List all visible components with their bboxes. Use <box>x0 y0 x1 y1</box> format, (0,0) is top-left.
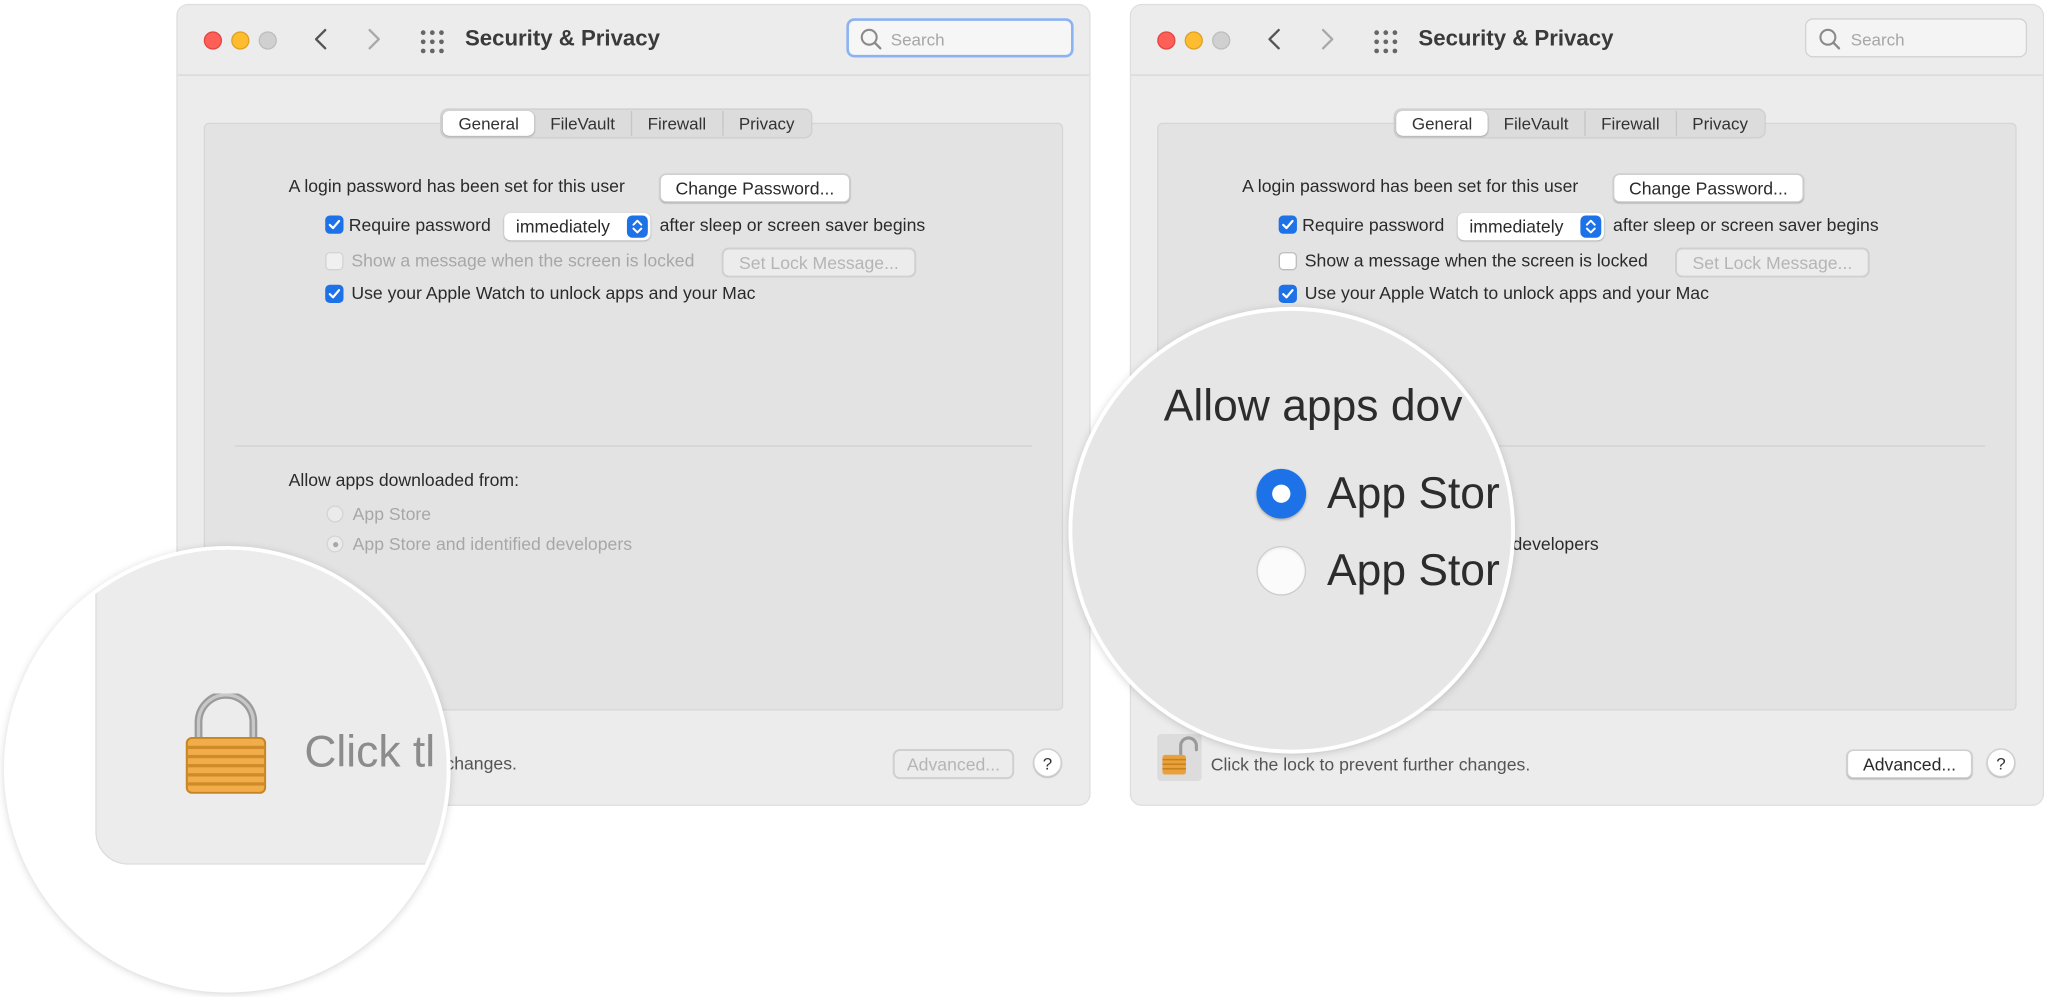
magnifier-allow-apps: Allow apps dov App Stor App Stor <box>1072 310 1512 750</box>
search-field[interactable] <box>1805 18 2028 58</box>
search-icon <box>859 27 883 57</box>
apple-watch-label: Use your Apple Watch to unlock apps and … <box>351 283 756 304</box>
search-input[interactable] <box>888 24 1051 54</box>
popup-arrows-icon <box>1580 215 1602 238</box>
tab-privacy[interactable]: Privacy <box>721 111 810 136</box>
set-lock-message-button[interactable]: Set Lock Message... <box>722 248 916 277</box>
radio-app-store[interactable] <box>326 505 344 523</box>
section-divider <box>235 445 1032 447</box>
forward-chevron-icon[interactable] <box>359 22 388 56</box>
tab-general[interactable]: General <box>1396 111 1488 136</box>
lock-message: Click the lock to prevent further change… <box>1210 754 1531 775</box>
close-icon[interactable] <box>203 31 223 50</box>
allow-apps-label: Allow apps downloaded from: <box>288 470 519 490</box>
login-password-label: A login password has been set for this u… <box>1242 176 1579 196</box>
show-message-checkbox[interactable] <box>1278 252 1297 271</box>
change-password-button[interactable]: Change Password... <box>1613 173 1804 203</box>
magnified-radio-app-store[interactable] <box>1256 468 1307 519</box>
checkmark-icon <box>328 219 341 230</box>
search-input[interactable] <box>1848 24 2011 54</box>
help-button[interactable]: ? <box>1033 748 1062 778</box>
apple-watch-checkbox[interactable] <box>325 284 344 304</box>
magnifier-lock: Click tl <box>7 549 447 989</box>
zoom-icon[interactable] <box>1212 31 1231 50</box>
after-sleep-label: after sleep or screen saver begins <box>659 215 926 236</box>
require-password-checkbox[interactable] <box>325 215 344 234</box>
title-bar: Security & Privacy <box>1131 5 2043 76</box>
magnified-radio-identified-developers[interactable] <box>1256 545 1307 596</box>
back-chevron-icon[interactable] <box>307 22 336 56</box>
after-sleep-label: after sleep or screen saver begins <box>1613 215 1879 236</box>
magnified-allow-apps-heading: Allow apps dov <box>1163 381 1463 432</box>
minimize-icon[interactable] <box>231 31 250 50</box>
popup-selected-value: immediately <box>1469 216 1564 237</box>
apple-watch-label: Use your Apple Watch to unlock apps and … <box>1304 283 1709 304</box>
popup-arrows-icon <box>626 215 648 238</box>
minimize-icon[interactable] <box>1184 31 1203 50</box>
back-chevron-icon[interactable] <box>1260 22 1289 56</box>
tab-filevault[interactable]: FileVault <box>1488 111 1584 136</box>
tab-general[interactable]: General <box>442 111 535 136</box>
require-password-label: Require password <box>348 215 491 236</box>
magnified-panel-shadow <box>167 618 447 626</box>
tab-privacy[interactable]: Privacy <box>1675 111 1763 136</box>
radio-identified-developers-label-partial: developers <box>1512 534 1599 554</box>
radio-app-store-label: App Store <box>352 504 432 524</box>
set-lock-message-button[interactable]: Set Lock Message... <box>1675 248 1870 277</box>
grid-icon[interactable] <box>418 27 447 56</box>
advanced-button[interactable]: Advanced... <box>1846 749 1973 779</box>
tab-bar: General FileVault Firewall Privacy <box>440 108 813 139</box>
show-message-label: Show a message when the screen is locked <box>1304 250 1648 271</box>
show-message-label: Show a message when the screen is locked <box>351 250 695 271</box>
magnified-radio-app-store-label: App Stor <box>1326 468 1500 519</box>
tab-firewall[interactable]: Firewall <box>630 111 722 136</box>
lock-message-partial: changes. <box>445 753 517 774</box>
require-password-delay-popup[interactable]: immediately <box>1457 212 1604 241</box>
search-field[interactable] <box>846 18 1074 58</box>
magnified-radio-identified-developers-label: App Stor <box>1326 545 1500 596</box>
forward-chevron-icon[interactable] <box>1313 22 1342 56</box>
checkmark-icon <box>328 289 341 299</box>
title-bar: Security & Privacy <box>177 5 1090 76</box>
checkmark-icon <box>1282 289 1294 299</box>
require-password-label: Require password <box>1302 215 1445 236</box>
require-password-delay-popup[interactable]: immediately <box>504 212 651 241</box>
checkmark-icon <box>1282 219 1294 230</box>
magnified-lock-text: Click tl <box>304 727 436 778</box>
tab-firewall[interactable]: Firewall <box>1584 111 1675 136</box>
window-title: Security & Privacy <box>1418 26 1614 51</box>
lock-icon[interactable] <box>183 690 269 796</box>
help-button[interactable]: ? <box>1986 748 2016 778</box>
close-icon[interactable] <box>1157 31 1176 50</box>
show-message-checkbox[interactable] <box>325 252 344 271</box>
zoom-icon[interactable] <box>258 31 277 50</box>
require-password-checkbox[interactable] <box>1278 215 1297 234</box>
login-password-label: A login password has been set for this u… <box>288 176 625 196</box>
change-password-button[interactable]: Change Password... <box>659 173 851 203</box>
window-title: Security & Privacy <box>464 26 660 51</box>
grid-icon[interactable] <box>1371 27 1400 56</box>
popup-selected-value: immediately <box>515 216 610 237</box>
magnified-window-overlay <box>97 550 447 863</box>
tab-bar: General FileVault Firewall Privacy <box>1393 108 1767 139</box>
unlocked-icon[interactable] <box>1157 734 1202 782</box>
tab-filevault[interactable]: FileVault <box>535 111 631 136</box>
advanced-button[interactable]: Advanced... <box>893 749 1014 779</box>
screenshot-canvas: Security & Privacy General FileVault Fir… <box>0 0 2048 997</box>
search-icon <box>1818 27 1842 57</box>
apple-watch-checkbox[interactable] <box>1278 284 1297 304</box>
